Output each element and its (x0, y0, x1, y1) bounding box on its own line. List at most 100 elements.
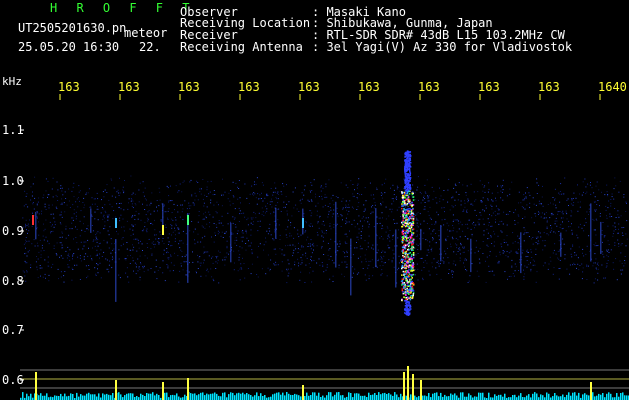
noise-pixel (144, 226, 146, 228)
noise-pixel (502, 179, 504, 181)
noise-pixel (453, 219, 455, 221)
noise-pixel (594, 262, 596, 264)
noise-pixel (485, 205, 487, 207)
meteor-echo-pixel (405, 272, 408, 274)
noise-pixel (66, 204, 68, 206)
noise-pixel (31, 243, 33, 245)
noise-pixel (486, 256, 488, 258)
noise-pixel (128, 202, 129, 204)
noise-pixel (22, 270, 24, 272)
meteor-echo-pixel (409, 279, 412, 281)
meteor-echo-pixel (407, 154, 410, 157)
noise-pixel (43, 250, 45, 251)
level-trace-bar (236, 393, 238, 400)
noise-pixel (500, 186, 502, 188)
noise-pixel (593, 201, 595, 203)
noise-pixel (95, 275, 97, 276)
noise-pixel (272, 238, 274, 240)
noise-pixel (316, 245, 318, 247)
noise-pixel (140, 263, 142, 265)
noise-pixel (310, 244, 312, 246)
noise-pixel (87, 192, 89, 194)
noise-pixel (72, 204, 74, 206)
noise-pixel (25, 252, 27, 254)
noise-pixel (275, 253, 277, 255)
noise-pixel (399, 201, 401, 203)
noise-pixel (132, 215, 134, 217)
noise-pixel (320, 190, 322, 192)
noise-pixel (300, 263, 302, 265)
noise-pixel (132, 244, 133, 246)
noise-pixel (189, 207, 191, 209)
noise-pixel (252, 224, 254, 225)
noise-pixel (42, 197, 44, 199)
noise-pixel (312, 225, 313, 227)
noise-pixel (552, 214, 554, 216)
noise-pixel (286, 184, 287, 186)
noise-pixel (165, 224, 167, 226)
level-trace-bar (500, 394, 502, 400)
noise-pixel (596, 245, 598, 247)
meteor-echo-pixel (404, 155, 406, 158)
level-trace-bar (294, 393, 296, 400)
noise-pixel (348, 206, 350, 208)
noise-pixel (227, 223, 229, 225)
level-trace-bar (616, 393, 618, 400)
noise-pixel (163, 249, 165, 251)
meteor-echo-pixel (404, 178, 407, 180)
noise-pixel (456, 244, 458, 246)
noise-pixel (577, 201, 579, 203)
noise-pixel (293, 207, 295, 209)
meteor-echo-pixel (407, 249, 409, 251)
meteor-echo-pixel (403, 245, 405, 248)
noise-pixel (191, 195, 193, 197)
noise-pixel (130, 235, 132, 237)
noise-pixel (28, 240, 30, 242)
program-title: H R O F F T (50, 1, 196, 15)
meteor-echo-pixel (412, 228, 415, 230)
noise-pixel (511, 181, 513, 183)
noise-pixel (234, 239, 236, 241)
noise-pixel (558, 231, 560, 232)
noise-pixel (88, 188, 90, 190)
level-trace-bar (28, 396, 30, 400)
meteor-echo-pixel (405, 308, 407, 310)
noise-pixel (525, 256, 527, 258)
noise-pixel (197, 254, 198, 256)
noise-pixel (211, 236, 212, 238)
noise-pixel (266, 210, 268, 212)
noise-pixel (305, 230, 307, 232)
noise-pixel (110, 238, 112, 240)
noise-pixel (594, 210, 596, 212)
noise-pixel (499, 251, 501, 253)
noise-pixel (488, 222, 490, 223)
noise-pixel (515, 266, 517, 268)
noise-pixel (382, 258, 384, 260)
noise-pixel (367, 264, 369, 266)
noise-pixel (586, 211, 588, 213)
noise-pixel (223, 256, 225, 258)
noise-pixel (380, 195, 382, 196)
noise-pixel (54, 224, 56, 226)
noise-pixel (336, 207, 338, 209)
noise-pixel (168, 258, 170, 260)
meteor-echo-pixel (407, 270, 409, 272)
noise-pixel (319, 217, 320, 219)
noise-pixel (45, 178, 47, 180)
noise-pixel (381, 269, 383, 271)
noise-pixel (324, 196, 326, 198)
noise-pixel (225, 231, 227, 233)
noise-pixel (423, 220, 425, 222)
noise-pixel (315, 205, 317, 207)
noise-pixel (103, 196, 105, 198)
noise-pixel (112, 257, 114, 259)
noise-pixel (474, 209, 476, 211)
noise-pixel (354, 226, 356, 228)
noise-pixel (380, 274, 382, 276)
noise-pixel (219, 231, 220, 233)
noise-pixel (263, 244, 265, 246)
noise-pixel (185, 274, 187, 276)
noise-pixel (100, 249, 102, 251)
noise-pixel (610, 202, 612, 204)
noise-pixel (233, 250, 235, 252)
